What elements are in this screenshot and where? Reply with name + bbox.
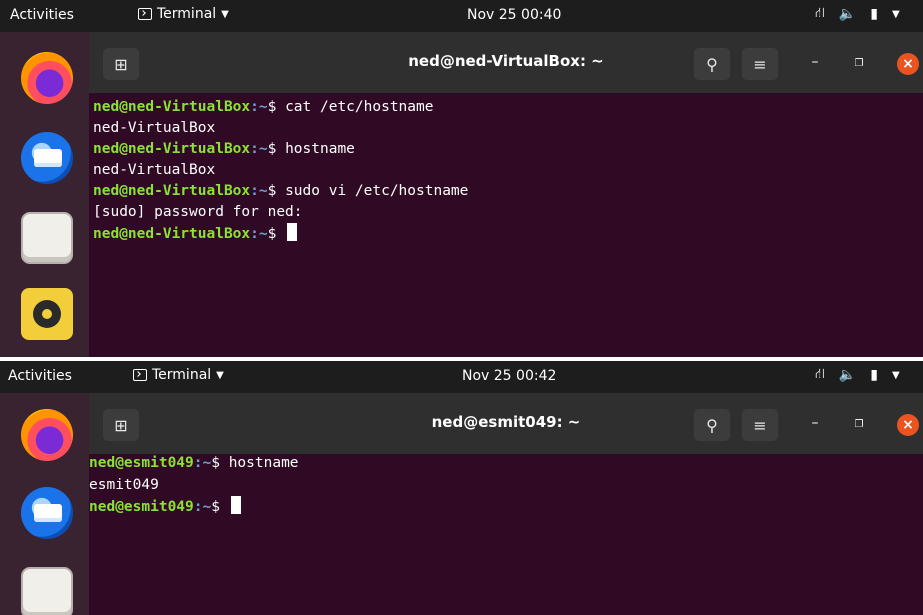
terminal-line: ned@esmit049:~$ hostname (89, 452, 923, 474)
activities-button[interactable]: Activities (10, 7, 74, 23)
rhythmbox-icon[interactable] (21, 288, 73, 340)
system-tray[interactable]: ⛙ 🔈 ▮ ▼ (815, 5, 900, 23)
terminal-cursor (230, 496, 241, 514)
search-icon: ⚲ (706, 415, 718, 435)
terminal-output[interactable]: ned@ned-VirtualBox:~$ cat /etc/hostname … (93, 97, 923, 357)
screenshot-1: Activities Terminal ▼ Nov 25 00:40 ⛙ 🔈 ▮… (0, 0, 923, 357)
prompt-user: ned@ned-VirtualBox (93, 141, 251, 157)
minimize-icon: – (811, 415, 819, 431)
restore-icon: ❐ (854, 419, 864, 430)
terminal-output[interactable]: ned@esmit049:~$ hostname esmit049 ned@es… (89, 452, 923, 615)
minimize-button[interactable]: – (805, 54, 825, 74)
dock (0, 32, 89, 357)
search-button[interactable]: ⚲ (694, 48, 730, 80)
chevron-down-icon: ▼ (892, 369, 900, 381)
terminal-line: esmit049 (89, 477, 159, 493)
firefox-icon[interactable] (21, 52, 73, 104)
command-text: $ hostname (267, 141, 355, 157)
terminal-line: ned@ned-VirtualBox:~$ cat /etc/hostname (93, 97, 923, 118)
command-text: $ hostname (211, 455, 299, 471)
command-text: $ cat /etc/hostname (267, 99, 434, 115)
clock[interactable]: Nov 25 00:42 (462, 368, 556, 384)
files-icon[interactable] (21, 567, 73, 615)
hamburger-icon: ≡ (753, 54, 767, 74)
search-icon: ⚲ (706, 54, 718, 74)
dock (0, 393, 89, 615)
terminal-icon (133, 369, 147, 381)
terminal-line: ned@ned-VirtualBox:~$ (93, 223, 923, 244)
activities-button[interactable]: Activities (8, 368, 72, 384)
close-icon: × (902, 56, 914, 72)
terminal-line: ned-VirtualBox (93, 120, 216, 136)
terminal-line: ned@ned-VirtualBox:~$ sudo vi /etc/hostn… (93, 181, 923, 202)
terminal-line: ned-VirtualBox (93, 162, 216, 178)
chevron-down-icon: ▼ (892, 8, 900, 20)
command-text: $ sudo vi /etc/hostname (267, 183, 469, 199)
minimize-icon: – (811, 54, 819, 70)
thunderbird-icon[interactable] (21, 487, 73, 539)
maximize-button[interactable]: ❐ (849, 54, 869, 74)
prompt-user: ned@ned-VirtualBox (93, 183, 251, 199)
menu-button[interactable]: ≡ (742, 409, 778, 441)
command-text: $ (211, 499, 229, 515)
prompt-path: :~ (193, 455, 212, 471)
close-button[interactable]: × (897, 53, 919, 75)
prompt-path: :~ (250, 141, 268, 157)
system-tray[interactable]: ⛙ 🔈 ▮ ▼ (815, 366, 900, 384)
network-icon: ⛙ (815, 5, 825, 21)
volume-icon: 🔈 (838, 6, 857, 22)
terminal-line: [sudo] password for ned: (93, 204, 303, 220)
terminal-app-menu[interactable]: Terminal ▼ (138, 6, 229, 22)
battery-icon: ▮ (870, 6, 878, 22)
hamburger-icon: ≡ (753, 415, 767, 435)
close-icon: × (902, 417, 914, 433)
battery-icon: ▮ (870, 367, 878, 383)
chevron-down-icon: ▼ (221, 8, 229, 20)
terminal-header-bar: ⊞ ned@ned-VirtualBox: ~ ⚲ ≡ – ❐ × (89, 32, 923, 93)
chevron-down-icon: ▼ (216, 369, 224, 381)
prompt-user: ned@ned-VirtualBox (93, 99, 251, 115)
clock[interactable]: Nov 25 00:40 (467, 7, 561, 23)
search-button[interactable]: ⚲ (694, 409, 730, 441)
terminal-icon (138, 8, 152, 20)
window-title: ned@esmit049: ~ (431, 413, 581, 431)
prompt-path: :~ (250, 226, 268, 242)
app-menu-label: Terminal (157, 6, 217, 22)
screenshot-2: Activities Terminal ▼ Nov 25 00:42 ⛙ 🔈 ▮… (0, 361, 923, 615)
restore-icon: ❐ (854, 58, 864, 69)
prompt-path: :~ (193, 499, 212, 515)
terminal-line: ned@esmit049:~$ (89, 496, 923, 518)
app-menu-label: Terminal (152, 367, 212, 383)
firefox-icon[interactable] (21, 409, 73, 461)
maximize-button[interactable]: ❐ (849, 415, 869, 435)
volume-icon: 🔈 (838, 367, 857, 383)
window-title: ned@ned-VirtualBox: ~ (408, 52, 604, 70)
top-bar: Activities Terminal ▼ Nov 25 00:40 ⛙ 🔈 ▮… (0, 0, 923, 32)
menu-button[interactable]: ≡ (742, 48, 778, 80)
command-text: $ (267, 226, 286, 242)
close-button[interactable]: × (897, 414, 919, 436)
prompt-path: :~ (250, 99, 268, 115)
prompt-user: ned@esmit049 (89, 455, 194, 471)
prompt-user: ned@ned-VirtualBox (93, 226, 251, 242)
thunderbird-icon[interactable] (21, 132, 73, 184)
top-bar: Activities Terminal ▼ Nov 25 00:42 ⛙ 🔈 ▮… (0, 361, 923, 393)
terminal-cursor (287, 223, 298, 241)
terminal-header-bar: ⊞ ned@esmit049: ~ ⚲ ≡ – ❐ × (89, 393, 923, 454)
terminal-app-menu[interactable]: Terminal ▼ (133, 367, 224, 383)
prompt-path: :~ (250, 183, 268, 199)
prompt-user: ned@esmit049 (89, 499, 194, 515)
network-icon: ⛙ (815, 366, 825, 382)
files-icon[interactable] (21, 212, 73, 264)
minimize-button[interactable]: – (805, 415, 825, 435)
terminal-line: ned@ned-VirtualBox:~$ hostname (93, 139, 923, 160)
